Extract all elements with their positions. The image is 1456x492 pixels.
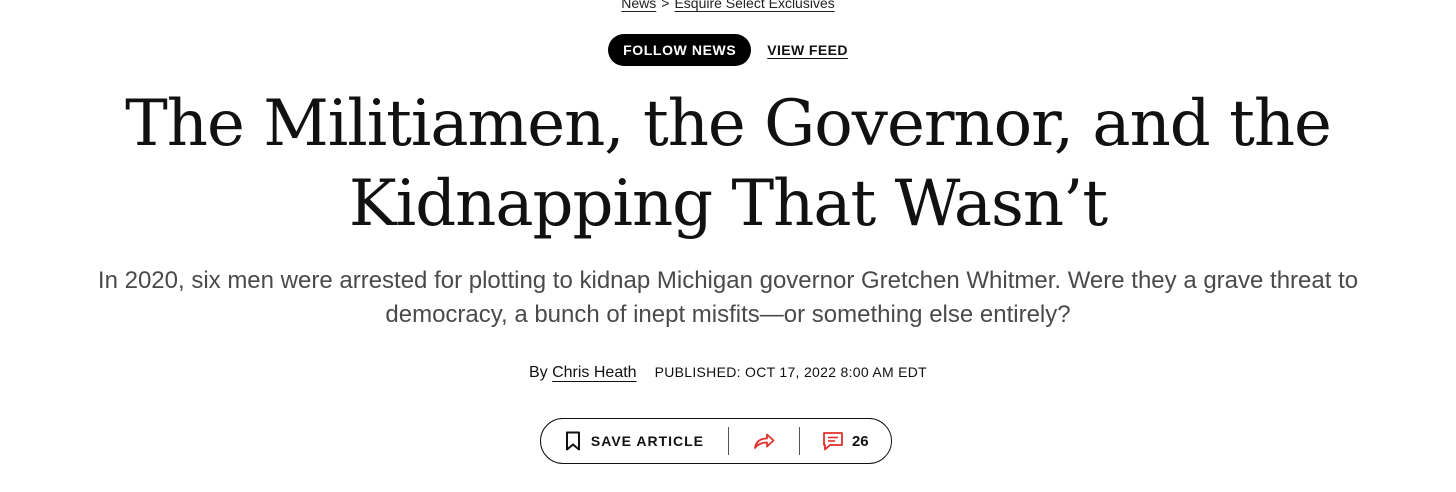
published-date: PUBLISHED: OCT 17, 2022 8:00 AM EDT	[654, 364, 928, 380]
breadcrumb: News > Esquire Select Exclusives	[0, 0, 1456, 11]
comments-button[interactable]: 26	[800, 419, 891, 463]
view-feed-link[interactable]: VIEW FEED	[767, 42, 848, 58]
byline: By Chris Heath PUBLISHED: OCT 17, 2022 8…	[0, 364, 1456, 382]
article-actions-bar: SAVE ARTICLE 26	[540, 418, 892, 464]
byline-prefix: By	[528, 364, 548, 381]
article-headline: The Militiamen, the Governor, and the Ki…	[0, 84, 1456, 244]
headline-line-1: The Militiamen, the Governor, and the	[125, 87, 1332, 161]
follow-news-button[interactable]: FOLLOW NEWS	[608, 34, 752, 66]
follow-row: FOLLOW NEWS VIEW FEED	[0, 34, 1456, 66]
save-article-button[interactable]: SAVE ARTICLE	[541, 419, 728, 463]
dek-line-1: In 2020, six men were arrested for plott…	[97, 267, 1359, 294]
share-icon	[753, 432, 775, 450]
comment-icon	[822, 431, 844, 451]
comment-count: 26	[851, 432, 869, 450]
bookmark-icon	[565, 431, 581, 451]
dek-line-2: democracy, a bunch of inept misfits—or s…	[385, 301, 1071, 328]
headline-line-2: Kidnapping That Wasn’t	[348, 167, 1108, 241]
article-dek: In 2020, six men were arrested for plott…	[0, 264, 1456, 332]
share-button[interactable]	[729, 419, 799, 463]
save-article-label: SAVE ARTICLE	[590, 433, 705, 449]
breadcrumb-news[interactable]: News	[621, 0, 656, 11]
breadcrumb-esquire-select-exclusives[interactable]: Esquire Select Exclusives	[674, 0, 834, 11]
author-link[interactable]: Chris Heath	[552, 364, 636, 381]
breadcrumb-separator: >	[661, 0, 670, 11]
